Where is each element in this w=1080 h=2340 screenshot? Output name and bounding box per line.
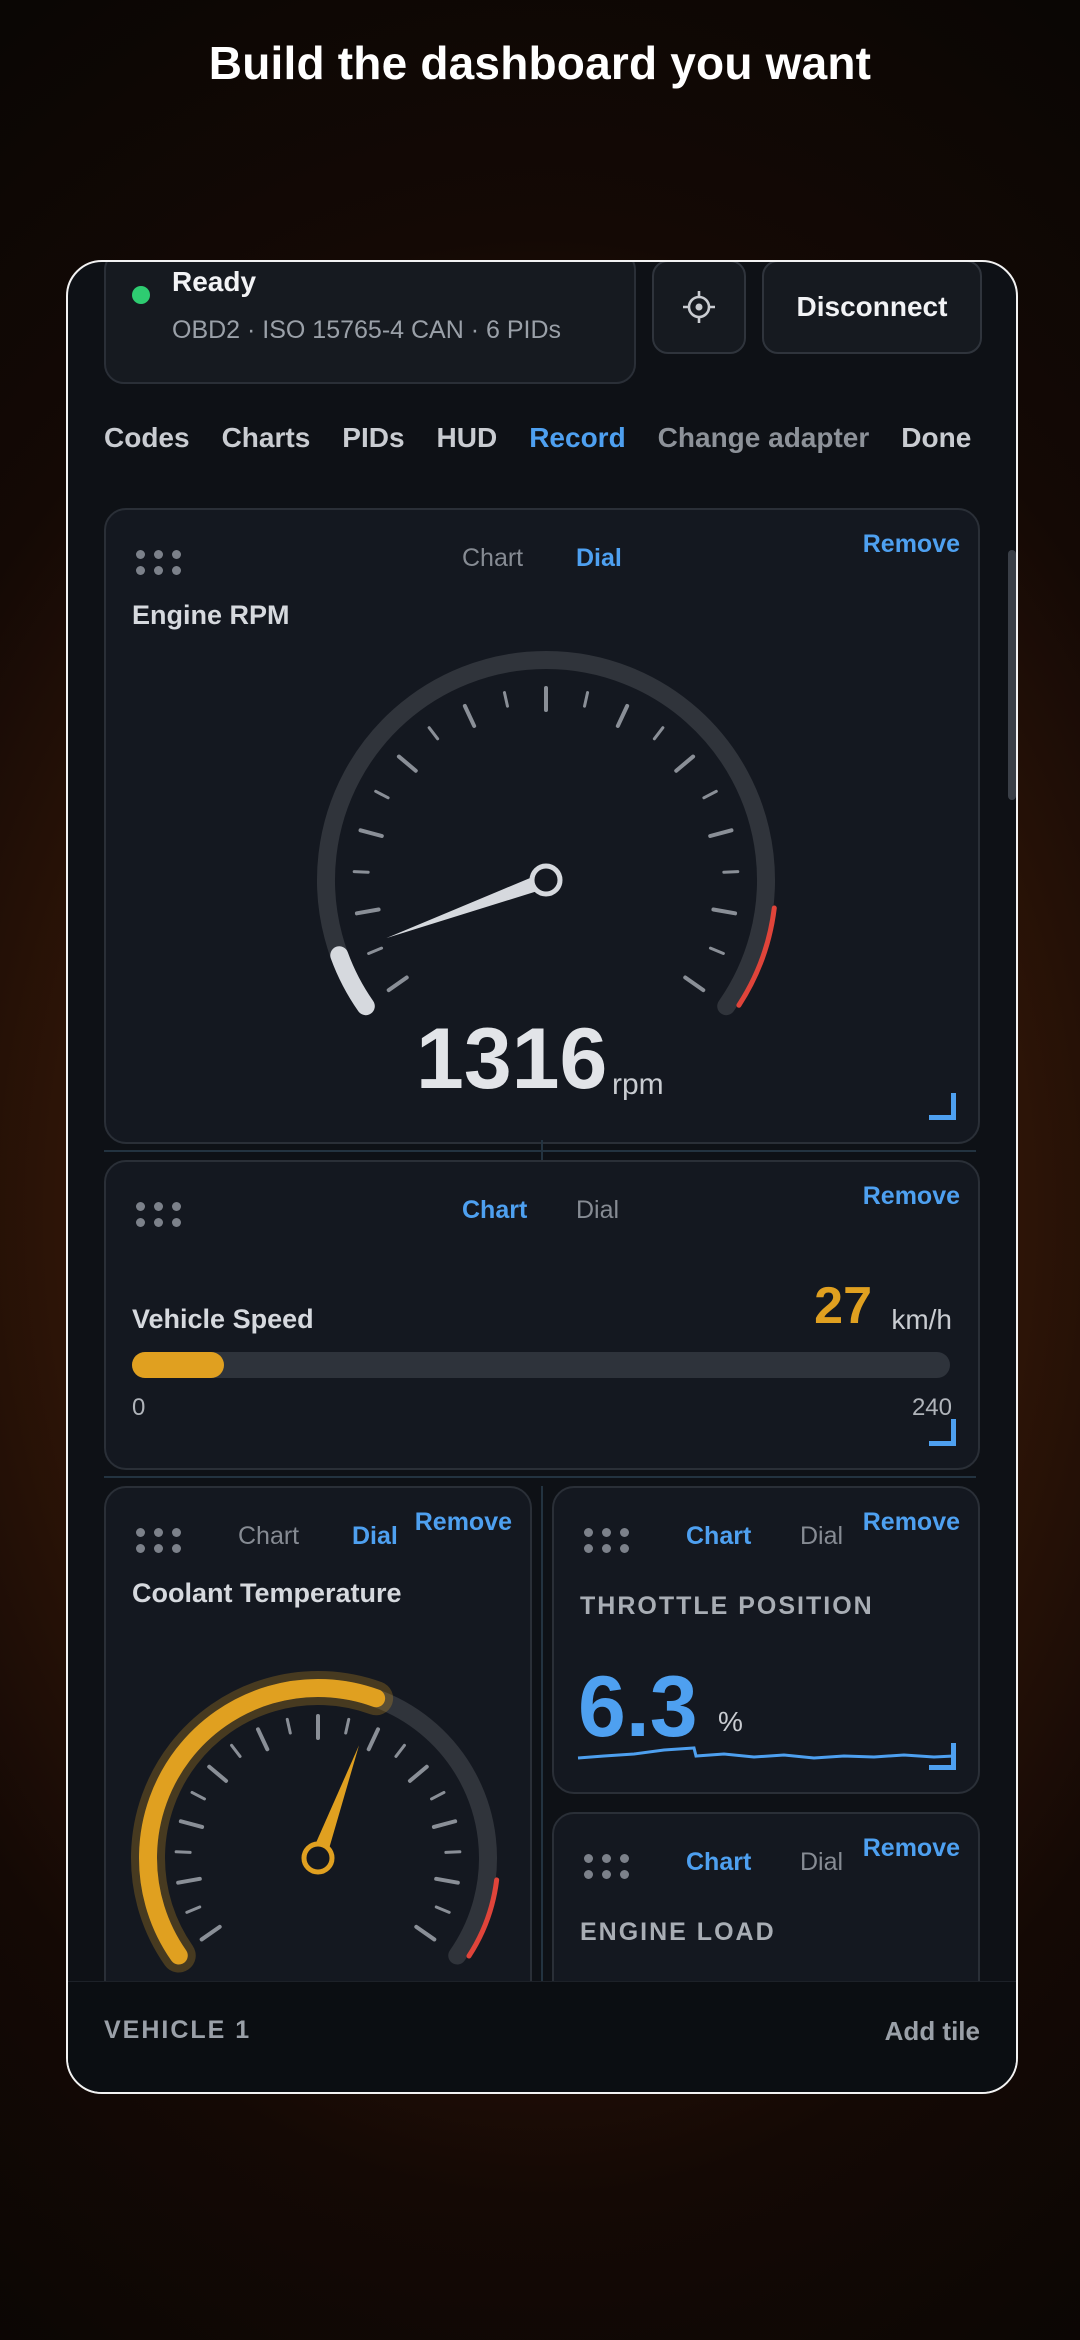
tile-title: Vehicle Speed xyxy=(132,1304,314,1334)
mode-dial-toggle[interactable]: Dial xyxy=(576,1196,619,1225)
target-icon xyxy=(683,291,715,323)
dial-tick xyxy=(683,975,706,993)
nav-item-hud[interactable]: HUD xyxy=(437,422,498,454)
nav-item-done[interactable]: Done xyxy=(901,422,971,454)
drag-handle-icon[interactable] xyxy=(134,1200,186,1228)
dial-tick xyxy=(386,975,409,993)
dial-tick xyxy=(352,870,370,874)
dial-tick xyxy=(430,1790,446,1801)
dial-tick xyxy=(674,754,696,773)
tile-title: ENGINE LOAD xyxy=(580,1918,776,1946)
dial-hub xyxy=(301,1841,335,1875)
dial-tick xyxy=(502,691,509,708)
nav-item-change-adapter[interactable]: Change adapter xyxy=(658,422,870,454)
dial-tick xyxy=(374,789,390,800)
layout-divider xyxy=(104,1476,976,1478)
nav-item-pids[interactable]: PIDs xyxy=(342,422,404,454)
dial-tick xyxy=(367,946,384,955)
bottom-bar: VEHICLE 1 Add tile xyxy=(68,1981,1016,2092)
dial-tick xyxy=(178,1819,205,1829)
dial-tick xyxy=(230,1743,242,1758)
dial-tick xyxy=(652,726,665,741)
nav-item-codes[interactable]: Codes xyxy=(104,422,190,454)
top-nav: Codes Charts PIDs HUD Record Change adapter Do… xyxy=(104,422,976,472)
dial-tick xyxy=(427,726,440,741)
dial-value-arc xyxy=(330,946,375,1016)
dial-tick xyxy=(255,1727,270,1752)
tile-throttle-position: Chart Dial Remove THROTTLE POSITION 6.3 … xyxy=(552,1486,980,1794)
mode-dial-toggle[interactable]: Dial xyxy=(800,1848,843,1877)
remove-tile-button[interactable]: Remove xyxy=(863,1834,960,1863)
dial-tick xyxy=(434,1905,451,1914)
dial-tick xyxy=(190,1790,206,1801)
dial-tick xyxy=(285,1717,292,1735)
dial-tick xyxy=(722,870,740,874)
remove-tile-button[interactable]: Remove xyxy=(863,1182,960,1211)
dial-tick xyxy=(366,1727,381,1752)
mode-chart-toggle[interactable]: Chart xyxy=(686,1522,751,1551)
throttle-sparkline xyxy=(577,1746,955,1760)
mode-chart-toggle[interactable]: Chart xyxy=(686,1848,751,1877)
dial-tick xyxy=(176,1876,202,1885)
nav-item-record[interactable]: Record xyxy=(529,422,625,454)
mode-chart-toggle[interactable]: Chart xyxy=(462,1196,527,1225)
speed-progress-track xyxy=(132,1352,950,1378)
dial-hub xyxy=(529,863,563,897)
dial-tick xyxy=(708,828,734,839)
dial-tick xyxy=(199,1924,222,1942)
dial-tick xyxy=(207,1764,229,1783)
layout-divider xyxy=(104,1150,976,1152)
status-subtitle: OBD2 · ISO 15765-4 CAN · 6 PIDs xyxy=(172,316,562,344)
nav-item-charts[interactable]: Charts xyxy=(222,422,311,454)
drag-handle-icon[interactable] xyxy=(582,1852,634,1880)
dial-tick xyxy=(354,907,381,916)
dial-tick xyxy=(174,1850,192,1854)
speed-unit: km/h xyxy=(891,1304,952,1335)
speed-min-label: 0 xyxy=(132,1394,146,1421)
scrollbar[interactable] xyxy=(1008,550,1016,800)
speed-value: 27 xyxy=(814,1277,872,1335)
dial-needle xyxy=(386,872,549,939)
dial-tick xyxy=(702,789,718,800)
dial-tick xyxy=(394,1743,406,1758)
status-indicator-dot xyxy=(132,286,150,304)
speed-max-label: 240 xyxy=(911,1394,952,1421)
mode-dial-toggle[interactable]: Dial xyxy=(800,1522,843,1551)
dial-tick xyxy=(711,907,738,916)
dial-tick xyxy=(431,1819,458,1829)
resize-handle[interactable] xyxy=(929,1419,956,1446)
remove-tile-button[interactable]: Remove xyxy=(863,1508,960,1537)
speed-progress-fill xyxy=(132,1352,225,1378)
dial-tick xyxy=(434,1876,460,1885)
locate-button[interactable] xyxy=(652,262,746,354)
dial-tick xyxy=(708,946,725,955)
dial-tick xyxy=(583,691,590,708)
dial-tick xyxy=(615,703,630,728)
dial-tick xyxy=(414,1924,437,1942)
tile-vehicle-speed: Chart Dial Remove Vehicle Speed 27 km/h … xyxy=(104,1160,980,1470)
headline: Build the dashboard you want xyxy=(208,37,872,89)
add-tile-button[interactable]: Add tile xyxy=(885,2016,980,2047)
tile-engine-rpm: Chart Dial Remove Engine RPM 1316 rpm xyxy=(104,508,980,1144)
status-title: Ready xyxy=(172,266,257,297)
vehicle-selector[interactable]: VEHICLE 1 xyxy=(104,2016,251,2045)
dial-tick xyxy=(396,754,418,773)
connection-status-card: Ready OBD2 · ISO 15765-4 CAN · 6 PIDs xyxy=(104,262,636,384)
resize-handle[interactable] xyxy=(929,1743,956,1770)
dial-tick xyxy=(358,828,384,839)
dial-tick xyxy=(407,1764,429,1783)
layout-divider xyxy=(541,1140,543,1160)
dial-tick xyxy=(444,1850,462,1854)
drag-handle-icon[interactable] xyxy=(582,1526,634,1554)
dial-tick xyxy=(185,1905,202,1914)
disconnect-button[interactable]: Disconnect xyxy=(762,262,982,354)
dial-tick xyxy=(344,1717,351,1735)
rpm-unit: rpm xyxy=(612,1068,664,1101)
resize-handle[interactable] xyxy=(929,1093,956,1120)
rpm-value: 1316 xyxy=(416,1011,608,1107)
tile-title: THROTTLE POSITION xyxy=(580,1592,874,1620)
app-window: Ready OBD2 · ISO 15765-4 CAN · 6 PIDs Di… xyxy=(66,260,1018,2094)
dial-tick xyxy=(462,703,477,728)
